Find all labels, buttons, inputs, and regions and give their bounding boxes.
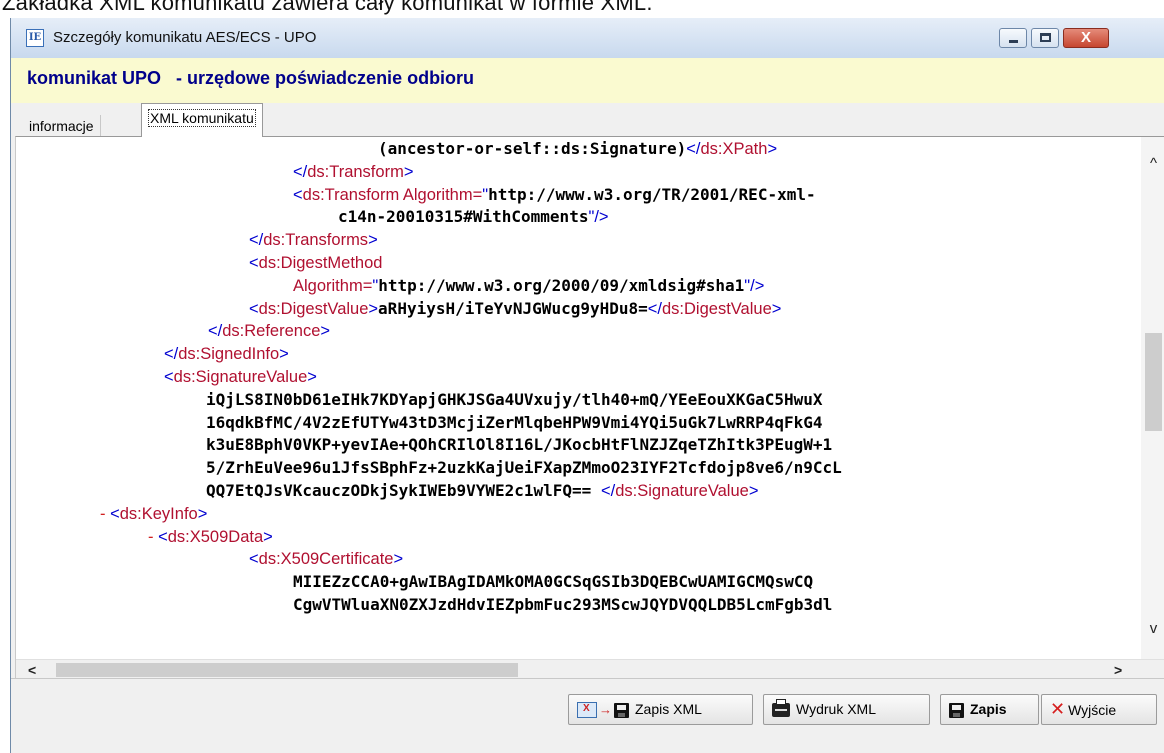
button-bar: → Zapis XML Wydruk XML Zapis ✕Wyjście [11,678,1164,753]
exit-label: Wyjście [1068,702,1117,718]
window-title: Szczegóły komunikatu AES/ECS - UPO [53,29,317,46]
xml-line: </ds:Transform> [293,162,414,181]
message-heading-bar: komunikat UPO - urzędowe poświadczenie o… [11,58,1164,103]
save-xml-button[interactable]: → Zapis XML [568,694,753,725]
collapse-toggle[interactable]: - [148,528,158,546]
dialog-window: IE Szczegóły komunikatu AES/ECS - UPO X … [10,18,1164,753]
maximize-button[interactable] [1031,28,1059,48]
xml-line: - <ds:X509Data> [148,527,273,546]
save-disk-icon [949,702,964,718]
scroll-right-icon[interactable]: > [1114,660,1134,678]
collapse-toggle[interactable]: - [100,505,110,523]
xml-line: <ds:X509Certificate> [249,550,404,569]
xml-line: </ds:SignedInfo> [164,345,289,364]
save-button[interactable]: Zapis [940,694,1039,725]
minimize-icon [1009,40,1018,43]
xml-line: k3uE8BphV0VKP+yevIAe+QOhCRIlOl8I16L/JKoc… [206,435,833,455]
vertical-scroll-thumb[interactable] [1145,333,1162,431]
tab-xml-komunikatu[interactable]: XML komunikatu [141,103,263,137]
tab-informacje[interactable]: informacje [23,115,101,137]
printer-icon [772,699,790,718]
message-heading: komunikat UPO - urzędowe poświadczenie o… [27,68,475,88]
save-label: Zapis [970,701,1007,717]
xml-line: </ds:Transforms> [249,231,378,250]
xml-line: </ds:Reference> [208,322,331,341]
close-button[interactable]: X [1063,28,1109,48]
xml-line: 16qdkBfMC/4V2zEfUTYw43tD3McjiZerMlqbeHPW… [206,412,823,432]
scroll-down-icon[interactable]: v [1141,620,1164,642]
xml-line: MIIEZzCCA0+gAwIBAgIDAMkOMA0GCSqGSIb3DQEB… [293,572,814,592]
arrow-right-icon: → [599,702,612,717]
tab-strip: informacje XML komunikatu [11,103,1164,137]
xml-line: 5/ZrhEuVee96u1JfsSBphFz+2uzkKajUeiFXapZM… [206,458,842,478]
xml-line: iQjLS8IN0bD61eIHk7KDYapjGHKJSGa4UVxujy/t… [206,389,823,409]
tab-label: XML komunikatu [148,109,256,127]
xml-line: <ds:DigestMethod [249,254,383,272]
xml-line: <ds:SignatureValue> [164,368,317,386]
vertical-scrollbar[interactable]: ^ v [1141,137,1164,659]
xml-line: - <ds:KeyInfo> [100,504,208,523]
save-disk-icon [614,702,629,718]
xml-line: CgwVTWluaXN0ZXJzdHdvIEZpbmFuc293MScwJQYD… [293,595,833,614]
xml-line: (ancestor-or-self::ds:Signature)</ds:XPa… [378,139,778,158]
tab-label: informacje [29,118,94,134]
horizontal-scrollbar[interactable]: < > [16,659,1164,678]
close-icon: X [1080,29,1091,46]
xml-line: <ds:Transform Algorithm="http://www.w3.o… [293,184,816,204]
exit-button[interactable]: ✕ Wyjście [1041,694,1157,725]
save-xml-label: Zapis XML [635,701,702,717]
xml-line: Algorithm="http://www.w3.org/2000/09/xml… [293,275,765,295]
xml-line: QQ7EtQJsVKcauczODkjSykIWEb9VYWE2c1wlFQ==… [206,481,759,500]
close-x-icon: ✕ [1050,699,1066,719]
xml-file-icon [577,702,597,719]
print-xml-button[interactable]: Wydruk XML [763,694,930,725]
maximize-icon [1040,33,1051,42]
minimize-button[interactable] [999,28,1027,48]
app-icon: IE [26,29,44,47]
xml-line: <ds:DigestValue>aRHyiysH/iTeYvNJGWucg9yH… [249,298,782,318]
scroll-up-icon[interactable]: ^ [1141,155,1164,177]
xml-line: c14n-20010315#WithComments"/> [338,207,609,227]
background-text: Zakładka XML komunikatu zawiera cały kom… [2,0,653,15]
scroll-left-icon[interactable]: < [28,660,48,678]
background-document-strip: Zakładka XML komunikatu zawiera cały kom… [0,0,1164,18]
print-xml-label: Wydruk XML [796,701,877,717]
horizontal-scroll-thumb[interactable] [56,663,518,677]
xml-viewer[interactable]: (ancestor-or-self::ds:Signature)</ds:XPa… [15,136,1164,678]
title-bar[interactable]: IE Szczegóły komunikatu AES/ECS - UPO X [11,18,1164,58]
